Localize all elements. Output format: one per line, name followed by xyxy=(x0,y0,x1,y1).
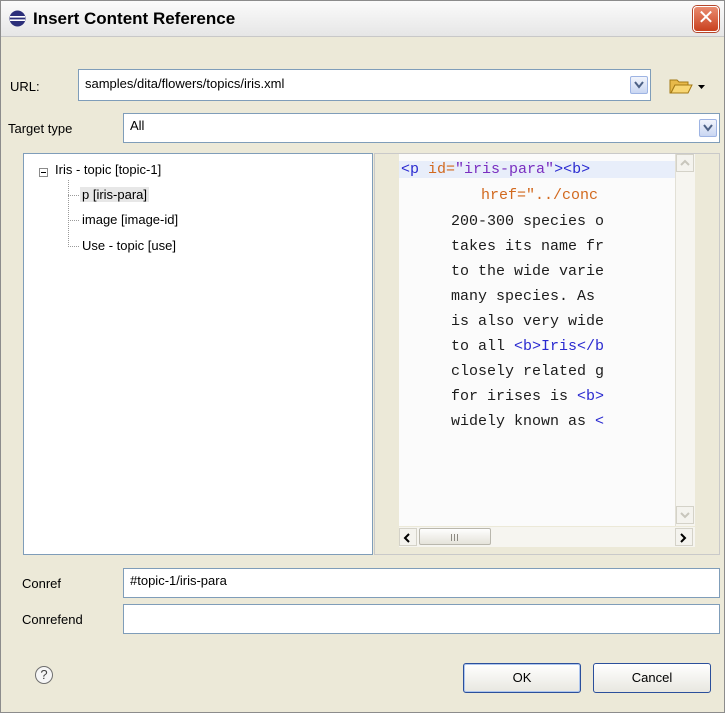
target-type-label: Target type xyxy=(8,121,73,136)
code-line: 200-300 species o xyxy=(451,213,605,230)
scroll-up-button[interactable] xyxy=(676,154,694,172)
code-line: many species. As xyxy=(451,288,605,305)
code-line: href="../conc xyxy=(481,187,599,204)
url-input[interactable]: samples/dita/flowers/topics/iris.xml xyxy=(78,69,651,101)
cancel-button[interactable]: Cancel xyxy=(593,663,711,693)
conref-input[interactable]: #topic-1/iris-para xyxy=(123,568,720,598)
chevron-down-icon xyxy=(680,512,690,519)
tree-item-iris-para[interactable]: p [iris-para] xyxy=(80,187,150,202)
scroll-right-button[interactable] xyxy=(675,528,693,546)
horizontal-scrollbar[interactable] xyxy=(399,527,695,547)
title-bar: Insert Content Reference ✕ xyxy=(1,1,724,37)
browse-button[interactable] xyxy=(668,74,708,96)
insert-content-reference-dialog: Insert Content Reference ✕ URL: samples/… xyxy=(0,0,725,713)
chevron-down-icon xyxy=(703,124,713,132)
code-line: to the wide varie xyxy=(451,263,605,280)
ok-button[interactable]: OK xyxy=(463,663,581,693)
code-line: for irises is <b> xyxy=(451,388,605,405)
url-dropdown-button[interactable] xyxy=(630,76,648,94)
code-line: widely known as < xyxy=(451,413,605,430)
chevron-up-icon xyxy=(680,159,690,166)
chevron-down-icon xyxy=(634,81,644,89)
code-line: <p id="iris-para"><b> xyxy=(399,161,675,178)
target-type-value: All xyxy=(130,118,145,133)
url-value: samples/dita/flowers/topics/iris.xml xyxy=(85,76,285,91)
tree-root-item[interactable]: Iris - topic [topic-1] xyxy=(55,162,161,177)
scroll-thumb[interactable] xyxy=(419,528,491,545)
dialog-title: Insert Content Reference xyxy=(33,9,236,28)
chevron-right-icon xyxy=(680,533,687,543)
code-line: to all <b>Iris</b xyxy=(451,338,605,355)
content-preview: <p id="iris-para"><b> href="../conc 200-… xyxy=(374,153,720,555)
topic-tree[interactable]: Iris - topic [topic-1] p [iris-para] ima… xyxy=(23,153,373,555)
help-icon[interactable]: ? xyxy=(35,666,53,684)
code-line: closely related g xyxy=(451,363,605,380)
preview-text-area[interactable]: <p id="iris-para"><b> href="../conc 200-… xyxy=(399,154,675,526)
conrefend-input[interactable] xyxy=(123,604,720,634)
tree-item-use[interactable]: Use - topic [use] xyxy=(82,238,176,253)
close-button[interactable]: ✕ xyxy=(693,6,719,32)
chevron-left-icon xyxy=(403,533,410,543)
tree-connector xyxy=(68,246,79,247)
target-type-dropdown-button[interactable] xyxy=(699,119,717,137)
collapse-icon[interactable] xyxy=(39,168,48,177)
conrefend-label: Conrefend xyxy=(22,612,83,627)
url-label: URL: xyxy=(10,79,40,94)
conref-label: Conref xyxy=(22,576,62,591)
caret-down-icon xyxy=(698,85,705,89)
tree-item-image[interactable]: image [image-id] xyxy=(82,212,178,227)
scroll-left-button[interactable] xyxy=(399,528,417,546)
code-line: is also very wide xyxy=(451,313,605,330)
tree-connector xyxy=(68,220,79,221)
code-line: takes its name fr xyxy=(451,238,605,255)
eclipse-icon xyxy=(9,10,26,27)
vertical-scrollbar[interactable] xyxy=(675,154,695,526)
scroll-down-button[interactable] xyxy=(676,506,694,524)
folder-open-icon xyxy=(669,79,693,94)
tree-connector xyxy=(68,180,69,247)
target-type-select[interactable]: All xyxy=(123,113,720,143)
tree-connector xyxy=(68,195,79,196)
